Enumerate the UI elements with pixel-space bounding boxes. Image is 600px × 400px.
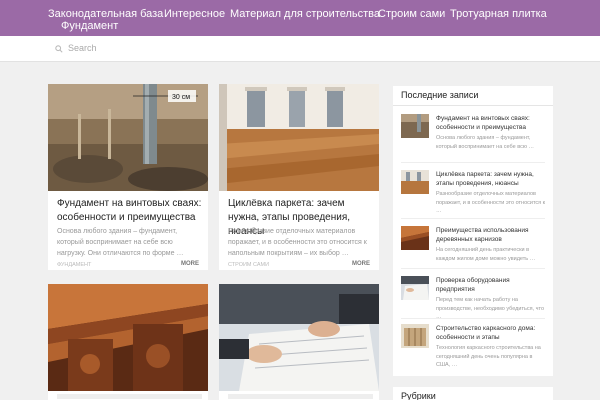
recent-post-excerpt: На сегодняшний день практически в каждом… [436, 247, 536, 262]
nav-item-interesting[interactable]: Интересное [164, 8, 225, 21]
divider [401, 318, 545, 319]
recent-post-excerpt: Технология каркасного строительства на с… [436, 345, 541, 368]
search-bar [0, 36, 600, 62]
nav-item-paving-tiles[interactable]: Тротуарная плитка [450, 8, 547, 21]
image-label: 30 см [172, 94, 190, 101]
post-thumbnail[interactable] [401, 276, 429, 300]
post-card [219, 284, 379, 400]
divider [393, 105, 553, 106]
post-thumbnail[interactable] [401, 170, 429, 194]
recent-posts-widget: Последние записи Фундамент на винтовых с… [393, 86, 553, 376]
post-card: Циклёвка паркета: зачем нужна, этапы про… [219, 84, 379, 270]
recent-post-title[interactable]: Преимущества использования деревянных ка… [436, 226, 548, 244]
more-link[interactable]: MORE [352, 261, 370, 267]
post-title-placeholder [57, 394, 202, 399]
more-link[interactable]: MORE [181, 261, 199, 267]
post-image-screw-piles[interactable]: 30 см [48, 84, 208, 191]
nav-item-building-materials[interactable]: Материал для строительства [230, 8, 380, 21]
divider [401, 268, 545, 269]
post-title-placeholder [228, 394, 373, 399]
categories-widget: Рубрики [393, 387, 553, 400]
widget-title: Последние записи [401, 90, 479, 100]
post-excerpt: Основа любого здания – фундамент, которы… [57, 228, 184, 257]
post-thumbnail[interactable] [401, 114, 429, 138]
widget-title: Рубрики [401, 391, 436, 400]
nav-item-foundation[interactable]: Фундамент [61, 20, 118, 33]
divider [401, 162, 545, 163]
post-thumbnail[interactable] [401, 324, 429, 348]
post-image-parquet[interactable] [219, 84, 379, 191]
divider [401, 218, 545, 219]
post-image-cornice[interactable] [48, 284, 208, 391]
recent-post-title[interactable]: Проверка оборудования предприятия [436, 276, 548, 294]
search-icon[interactable] [55, 45, 63, 53]
post-thumbnail[interactable] [401, 226, 429, 250]
recent-post-title[interactable]: Фундамент на винтовых сваях: особенности… [436, 114, 548, 132]
post-image-inspection[interactable] [219, 284, 379, 391]
post-card [48, 284, 208, 400]
nav-item-diy-building[interactable]: Строим сами [378, 8, 445, 21]
recent-post-title[interactable]: Строительство каркасного дома: особеннос… [436, 324, 548, 342]
post-title[interactable]: Фундамент на винтовых сваях: особенности… [57, 197, 202, 225]
top-navigation: Законодательная база Интересное Материал… [0, 0, 600, 36]
post-card: 30 см Фундамент на винтовых сваях: особе… [48, 84, 208, 270]
search-input[interactable] [68, 40, 268, 56]
recent-post-excerpt: Разнообразие отделочных материалов пораж… [436, 191, 546, 214]
recent-post-title[interactable]: Циклёвка паркета: зачем нужна, этапы про… [436, 170, 548, 188]
post-excerpt: Разнообразие отделочных материалов пораж… [228, 228, 367, 257]
recent-post-excerpt: Основа любого здания – фундамент, которы… [436, 135, 534, 150]
post-category[interactable]: ФУНДАМЕНТ [57, 262, 91, 268]
post-category[interactable]: СТРОИМ САМИ [228, 262, 269, 268]
